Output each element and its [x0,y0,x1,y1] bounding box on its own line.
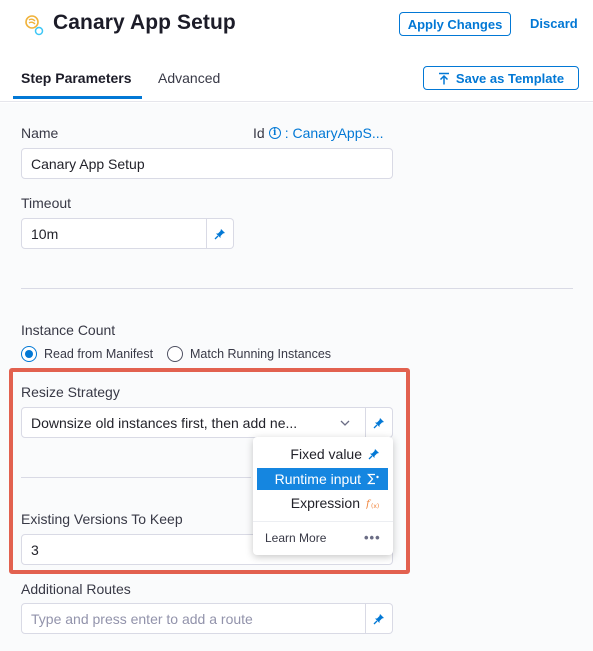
radio-read-from-manifest-label: Read from Manifest [44,347,154,361]
resize-strategy-value: Downsize old instances first, then add n… [31,414,298,431]
timeout-input[interactable]: 10m [21,218,207,249]
save-as-template-label: Save as Template [455,70,565,86]
menu-item-label: Fixed value [290,446,362,462]
page-title: Canary App Setup [53,11,236,34]
id-display: Id i : CanaryAppS... [253,125,384,141]
menu-item-fixed-value[interactable]: Fixed value [257,443,388,465]
section-divider [21,477,251,478]
instance-count-label: Instance Count [21,322,116,338]
discard-button[interactable]: Discard [530,16,578,31]
info-icon[interactable]: i [268,127,281,139]
section-divider [21,288,573,289]
existing-versions-label: Existing Versions To Keep [21,511,183,527]
save-as-template-button[interactable]: Save as Template [423,66,579,90]
radio-unselected-icon[interactable] [167,346,183,362]
radio-match-running-instances[interactable]: Match Running Instances [167,346,331,362]
resize-strategy-select[interactable]: Downsize old instances first, then add n… [21,407,366,438]
menu-item-runtime-input[interactable]: Runtime input [257,468,388,490]
chevron-down-icon [340,420,350,426]
header: Canary App Setup Apply Changes Discard [0,0,593,50]
tab-step-parameters[interactable]: Step Parameters [21,70,132,86]
pin-icon [373,417,384,428]
menu-item-expression[interactable]: Expression f (x) [257,492,388,514]
additional-routes-label: Additional Routes [21,581,131,597]
additional-routes-input[interactable]: Type and press enter to add a route [21,603,366,634]
canary-app-icon [25,15,44,36]
menu-divider [253,521,393,522]
resize-strategy-pin-button[interactable] [366,407,393,438]
name-input[interactable]: Canary App Setup [21,148,393,179]
pin-icon [368,449,379,460]
pin-icon [373,613,384,624]
more-options-icon[interactable]: ••• [364,530,381,545]
name-label: Name [21,125,59,141]
pin-icon [214,228,225,239]
upload-icon [438,72,449,84]
step-parameters-panel [0,103,593,651]
additional-routes-placeholder: Type and press enter to add a route [31,610,253,627]
tab-advanced[interactable]: Advanced [158,70,220,86]
learn-more-link[interactable]: Learn More [265,531,326,545]
radio-read-from-manifest[interactable]: Read from Manifest [21,346,153,362]
runtime-input-icon [367,473,379,485]
additional-routes-pin-button[interactable] [366,603,393,634]
active-tab-indicator [13,96,142,99]
id-value[interactable]: : CanaryAppS... [285,125,384,141]
resize-strategy-label: Resize Strategy [21,384,120,400]
menu-item-label: Runtime input [274,471,361,487]
id-label: Id [253,125,265,141]
timeout-pin-button[interactable] [207,218,234,249]
expression-icon: f (x) [366,499,379,509]
timeout-label: Timeout [21,195,72,211]
apply-changes-button[interactable]: Apply Changes [399,12,511,36]
radio-selected-icon[interactable] [21,346,37,362]
svg-text:(x): (x) [371,503,379,509]
radio-match-running-instances-label: Match Running Instances [190,347,332,361]
menu-item-label: Expression [290,495,360,511]
